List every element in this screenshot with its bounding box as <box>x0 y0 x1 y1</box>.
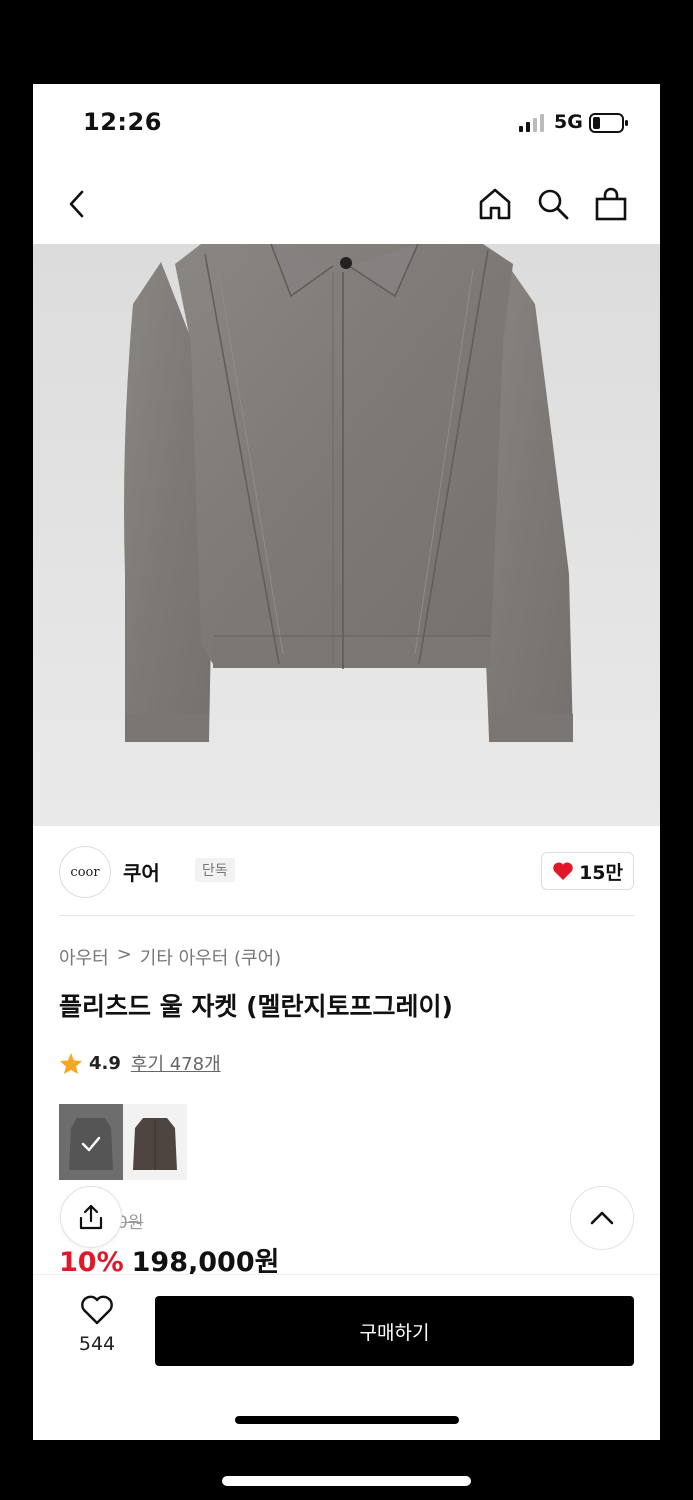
heart-filled-icon <box>553 862 573 880</box>
wishlist-count: 544 <box>78 1333 116 1355</box>
exclusive-badge: 단독 <box>195 858 235 882</box>
rating-row: 4.9 후기 478개 <box>59 1050 221 1076</box>
signal-icon <box>519 114 544 132</box>
reviews-link[interactable]: 후기 478개 <box>131 1050 221 1076</box>
heart-outline-icon <box>81 1295 113 1325</box>
share-icon <box>79 1204 103 1230</box>
color-options <box>59 1104 187 1180</box>
breadcrumb-level2[interactable]: 기타 아우터 (쿠어) <box>140 944 281 970</box>
brand-like-count: 15만 <box>579 861 623 884</box>
status-time: 12:26 <box>83 108 162 136</box>
back-icon[interactable] <box>57 184 97 224</box>
brand-logo-text: coor <box>70 864 100 880</box>
color-option-selected[interactable] <box>59 1104 123 1180</box>
brand-name[interactable]: 쿠어 <box>123 857 160 886</box>
status-bar: 12:26 5G <box>33 84 660 164</box>
network-type: 5G <box>554 111 583 133</box>
divider <box>59 915 634 916</box>
scroll-top-button[interactable] <box>570 1186 634 1250</box>
shopping-bag-icon[interactable] <box>591 184 631 224</box>
jacket-illustration <box>124 244 573 742</box>
phone-screen: 12:26 5G coor 쿠어 단독 15만 아우터 > 기타 아우터 (쿠어… <box>33 84 660 1440</box>
jacket-thumbnail <box>59 1104 123 1180</box>
chevron-up-icon <box>590 1211 614 1225</box>
home-indicator <box>235 1416 459 1424</box>
product-image[interactable] <box>33 244 660 826</box>
brand-logo[interactable]: coor <box>59 846 111 898</box>
brand-row: coor 쿠어 단독 15만 <box>59 844 634 898</box>
star-icon <box>60 1052 82 1074</box>
wishlist-button[interactable]: 544 <box>69 1295 125 1355</box>
battery-icon <box>589 113 628 133</box>
breadcrumb: 아우터 > 기타 아우터 (쿠어) <box>59 944 281 970</box>
share-button[interactable] <box>60 1186 122 1248</box>
search-icon[interactable] <box>533 184 573 224</box>
top-nav <box>33 164 660 244</box>
rating-score: 4.9 <box>89 1052 121 1074</box>
outer-home-indicator <box>222 1476 471 1486</box>
jacket-thumbnail <box>123 1104 187 1180</box>
breadcrumb-level1[interactable]: 아우터 <box>59 944 109 970</box>
color-option[interactable] <box>123 1104 187 1180</box>
brand-like-button[interactable]: 15만 <box>541 852 634 890</box>
breadcrumb-separator: > <box>116 944 132 965</box>
home-icon[interactable] <box>475 184 515 224</box>
buy-button[interactable]: 구매하기 <box>155 1296 634 1366</box>
product-title: 플리츠드 울 자켓 (멜란지토프그레이) <box>59 992 453 1021</box>
